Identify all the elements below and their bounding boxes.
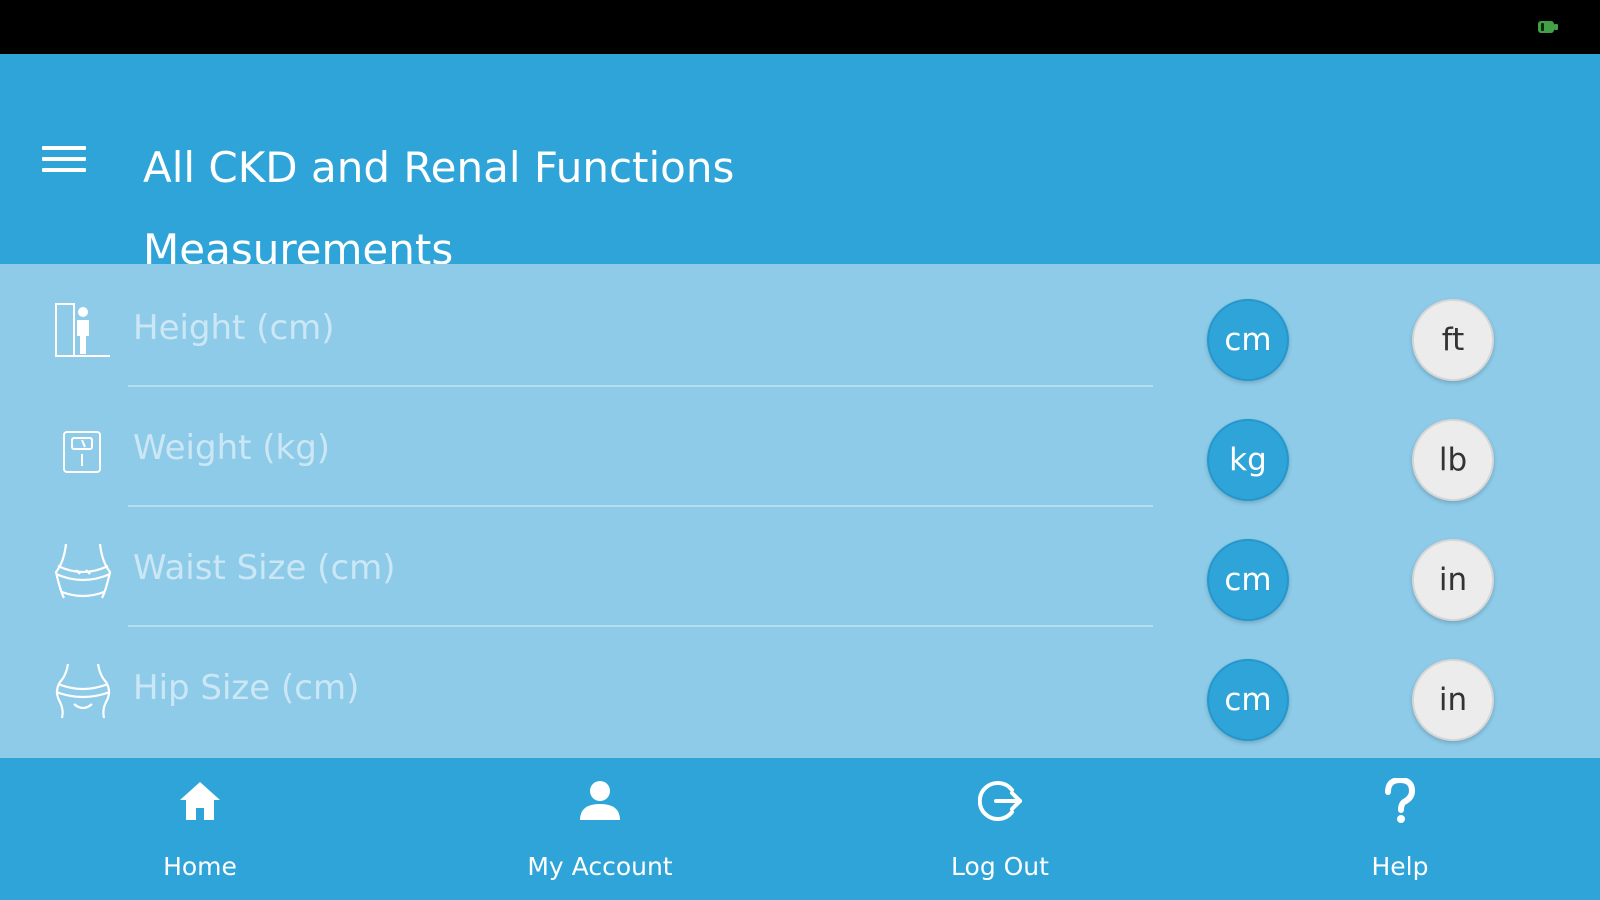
nav-my-account-label: My Account xyxy=(527,852,673,881)
hip-size-input[interactable]: Hip Size (cm) xyxy=(133,668,359,708)
measurements-form: Height (cm) cm ft Weight (kg) kg lb Wais… xyxy=(0,264,1600,758)
height-icon xyxy=(55,303,110,357)
unit-lb-button[interactable]: lb xyxy=(1412,419,1494,501)
unit-ft-button[interactable]: ft xyxy=(1412,299,1494,381)
page-title: All CKD and Renal Functions xyxy=(143,143,735,192)
weight-input[interactable]: Weight (kg) xyxy=(133,428,330,468)
hamburger-menu-icon[interactable] xyxy=(42,142,86,178)
unit-kg-button[interactable]: kg xyxy=(1207,419,1289,501)
unit-in-button[interactable]: in xyxy=(1412,659,1494,741)
hip-icon xyxy=(55,663,111,719)
status-bar xyxy=(0,0,1600,54)
account-icon xyxy=(580,781,620,820)
height-input[interactable]: Height (cm) xyxy=(133,308,335,348)
measurement-row-height: Height (cm) cm ft xyxy=(0,264,1600,387)
unit-cm-button[interactable]: cm xyxy=(1207,539,1289,621)
nav-my-account[interactable]: My Account xyxy=(400,758,800,900)
scale-icon xyxy=(63,431,101,473)
measurement-row-waist: Waist Size (cm) cm in xyxy=(0,504,1600,627)
waist-size-input[interactable]: Waist Size (cm) xyxy=(133,548,396,588)
unit-cm-button[interactable]: cm xyxy=(1207,299,1289,381)
measurement-row-hip: Hip Size (cm) cm in xyxy=(0,624,1600,746)
logout-icon xyxy=(978,781,1022,821)
unit-in-button[interactable]: in xyxy=(1412,539,1494,621)
bottom-navigation: Home My Account Log Out Help xyxy=(0,758,1600,900)
help-icon xyxy=(1385,778,1416,823)
app-bar: All CKD and Renal Functions Measurements xyxy=(0,54,1600,274)
nav-help-label: Help xyxy=(1371,852,1429,881)
nav-help[interactable]: Help xyxy=(1200,758,1600,900)
measurement-row-weight: Weight (kg) kg lb xyxy=(0,384,1600,507)
unit-cm-button[interactable]: cm xyxy=(1207,659,1289,741)
waist-icon xyxy=(54,543,112,599)
nav-log-out[interactable]: Log Out xyxy=(800,758,1200,900)
battery-icon xyxy=(1538,21,1558,33)
home-icon xyxy=(180,782,220,820)
nav-log-out-label: Log Out xyxy=(951,852,1049,881)
nav-home-label: Home xyxy=(163,852,237,881)
nav-home[interactable]: Home xyxy=(0,758,400,900)
